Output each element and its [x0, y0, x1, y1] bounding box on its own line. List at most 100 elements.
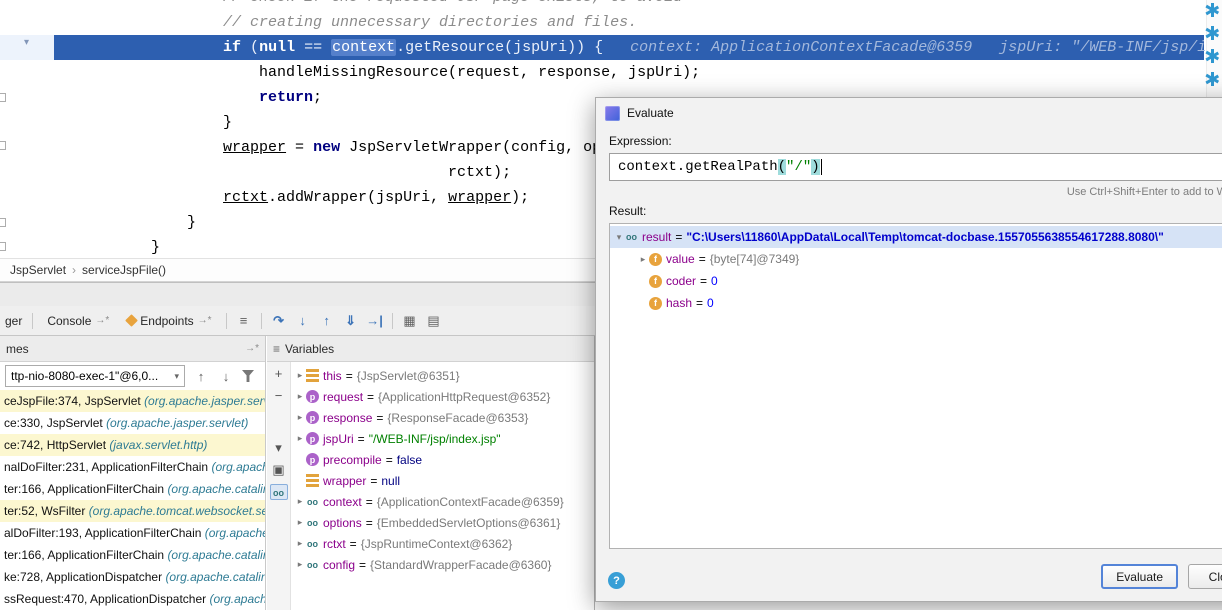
- result-label: Result:: [609, 204, 1222, 218]
- force-step-into-icon[interactable]: ⇓: [339, 313, 363, 329]
- frame-row[interactable]: ssRequest:470, ApplicationDispatcher (or…: [0, 588, 265, 610]
- watches-toolbar: + − ▾ ▣ oo: [267, 362, 291, 610]
- debug-action-icons: ≡ ↷↓↑⇓→| ▦▤: [221, 313, 446, 329]
- separator: [32, 313, 33, 329]
- expand-chevron-icon[interactable]: ▸: [637, 254, 649, 265]
- variable-row[interactable]: ▸ooconfig={StandardWrapperFacade@6360}: [291, 554, 594, 575]
- fold-marker-icon[interactable]: [0, 141, 6, 150]
- frame-row[interactable]: ce:742, HttpServlet (javax.servlet.http): [0, 434, 265, 456]
- frame-row[interactable]: ke:728, ApplicationDispatcher (org.apach…: [0, 566, 265, 588]
- expand-chevron-icon[interactable]: ▸: [294, 433, 306, 444]
- fold-arrow-icon[interactable]: ▾: [24, 37, 29, 48]
- step-out-icon[interactable]: ↑: [315, 313, 339, 328]
- result-row[interactable]: ▸fvalue={byte[74]@7349}: [610, 248, 1222, 270]
- variables-panel-title: Variables: [285, 342, 334, 356]
- show-watches-toggle[interactable]: oo: [270, 484, 288, 500]
- expand-chevron-icon[interactable]: ▸: [294, 538, 306, 549]
- result-row[interactable]: ▾ooresult="C:\Users\11860\AppData\Local\…: [610, 226, 1222, 248]
- tab-console[interactable]: Console →*: [38, 306, 118, 335]
- expand-chevron-icon[interactable]: ▸: [294, 391, 306, 402]
- variable-row[interactable]: ▸this={JspServlet@6351}: [291, 365, 594, 386]
- expand-chevron-icon[interactable]: ▸: [294, 559, 306, 570]
- dialog-titlebar[interactable]: Evaluate: [596, 98, 1222, 128]
- run-to-cursor-icon[interactable]: →|: [363, 313, 387, 328]
- field-icon: f: [649, 253, 662, 266]
- expression-label: Expression:: [609, 134, 1222, 148]
- expand-chevron-icon[interactable]: ▸: [294, 496, 306, 507]
- view-breakpoints-icon[interactable]: ▦: [398, 313, 422, 329]
- tab-endpoints[interactable]: Endpoints →*: [118, 306, 220, 335]
- breadcrumb-item-method[interactable]: serviceJspFile(): [82, 263, 166, 277]
- jump-to-source-icon[interactable]: →*: [245, 343, 259, 354]
- expand-chevron-icon[interactable]: ▸: [294, 412, 306, 423]
- gear-marker-icon: [1205, 49, 1219, 63]
- shortcut-hint: Use Ctrl+Shift+Enter to add to Watches: [611, 186, 1222, 198]
- help-icon[interactable]: ?: [608, 572, 625, 589]
- variable-row[interactable]: ▸oorctxt={JspRuntimeContext@6362}: [291, 533, 594, 554]
- layout-menu-icon[interactable]: ≡: [232, 313, 256, 328]
- text-cursor: [821, 159, 822, 175]
- separator: [226, 313, 227, 329]
- expand-chevron-icon[interactable]: ▸: [294, 517, 306, 528]
- variable-row[interactable]: pprecompile=false: [291, 449, 594, 470]
- frame-row[interactable]: ceJspFile:374, JspServlet (org.apache.ja…: [0, 390, 265, 412]
- expression-string: "/": [786, 159, 811, 175]
- value-icon: [306, 369, 319, 382]
- variable-row[interactable]: wrapper=null: [291, 470, 594, 491]
- variable-row[interactable]: ▸pjspUri="/WEB-INF/jsp/index.jsp": [291, 428, 594, 449]
- expand-chevron-icon[interactable]: ▸: [294, 370, 306, 381]
- parameter-icon: p: [306, 453, 319, 466]
- matched-paren: ): [811, 159, 819, 175]
- chevron-right-icon: ›: [72, 263, 76, 277]
- close-button[interactable]: Close: [1188, 564, 1222, 589]
- breadcrumb-item-class[interactable]: JspServlet: [10, 263, 66, 277]
- frame-row[interactable]: nalDoFilter:231, ApplicationFilterChain …: [0, 456, 265, 478]
- code-line: // Check if the requested JSP page exist…: [0, 0, 1222, 10]
- panel-menu-icon[interactable]: ≡: [273, 342, 280, 356]
- duplicate-watch-button[interactable]: ▣: [270, 462, 288, 478]
- remove-watch-button[interactable]: −: [270, 388, 288, 404]
- result-tree: ▾ooresult="C:\Users\11860\AppData\Local\…: [609, 223, 1222, 549]
- fold-marker-icon[interactable]: [0, 242, 6, 251]
- value-icon: [306, 474, 319, 487]
- step-into-icon[interactable]: ↓: [291, 313, 315, 328]
- fold-marker-icon[interactable]: [0, 218, 6, 227]
- evaluate-button[interactable]: Evaluate: [1101, 564, 1178, 589]
- step-over-icon[interactable]: ↷: [267, 313, 291, 329]
- fold-marker-icon[interactable]: [0, 93, 6, 102]
- tab-debugger-partial[interactable]: ger: [0, 314, 27, 328]
- endpoints-icon: [125, 314, 138, 327]
- thread-selector[interactable]: ttp-nio-8080-exec-1"@6,0... ▾: [5, 365, 185, 387]
- mute-breakpoints-icon[interactable]: ▤: [422, 313, 446, 329]
- frame-row[interactable]: ter:166, ApplicationFilterChain (org.apa…: [0, 544, 265, 566]
- watch-icon: oo: [306, 558, 319, 571]
- ide-debugger-window: // Check if the requested JSP page exist…: [0, 0, 1222, 610]
- previous-frame-button[interactable]: ↑: [192, 369, 210, 384]
- variable-row[interactable]: ▸oooptions={EmbeddedServletOptions@6361}: [291, 512, 594, 533]
- jump-to-icon: →*: [198, 315, 212, 326]
- frames-panel-title: mes: [6, 342, 29, 356]
- expand-chevron-icon[interactable]: ▾: [613, 232, 625, 243]
- parameter-icon: p: [306, 432, 319, 445]
- collapse-all-button[interactable]: ▾: [270, 440, 288, 456]
- frame-row[interactable]: ce:330, JspServlet (org.apache.jasper.se…: [0, 412, 265, 434]
- frame-row[interactable]: ter:166, ApplicationFilterChain (org.apa…: [0, 478, 265, 500]
- dialog-buttons: Evaluate Close: [1101, 564, 1222, 589]
- jump-to-icon: →*: [95, 315, 109, 326]
- tab-endpoints-label: Endpoints: [140, 314, 193, 328]
- hide-library-frames-filter-icon[interactable]: [242, 370, 254, 382]
- add-watch-button[interactable]: +: [270, 366, 288, 382]
- result-row[interactable]: fhash=0: [610, 292, 1222, 314]
- frames-list: ceJspFile:374, JspServlet (org.apache.ja…: [0, 390, 265, 610]
- frame-row[interactable]: ter:52, WsFilter (org.apache.tomcat.webs…: [0, 500, 265, 522]
- result-row[interactable]: fcoder=0: [610, 270, 1222, 292]
- frame-row[interactable]: alDoFilter:193, ApplicationFilterChain (…: [0, 522, 265, 544]
- variable-row[interactable]: ▸presponse={ResponseFacade@6353}: [291, 407, 594, 428]
- editor-marker-strip: [1205, 3, 1219, 86]
- parameter-icon: p: [306, 390, 319, 403]
- next-frame-button[interactable]: ↓: [217, 369, 235, 384]
- variable-row[interactable]: ▸oocontext={ApplicationContextFacade@635…: [291, 491, 594, 512]
- variable-row[interactable]: ▸prequest={ApplicationHttpRequest@6352}: [291, 386, 594, 407]
- expression-input[interactable]: context.getRealPath ( "/" ) ▾: [609, 153, 1222, 181]
- field-icon: f: [649, 275, 662, 288]
